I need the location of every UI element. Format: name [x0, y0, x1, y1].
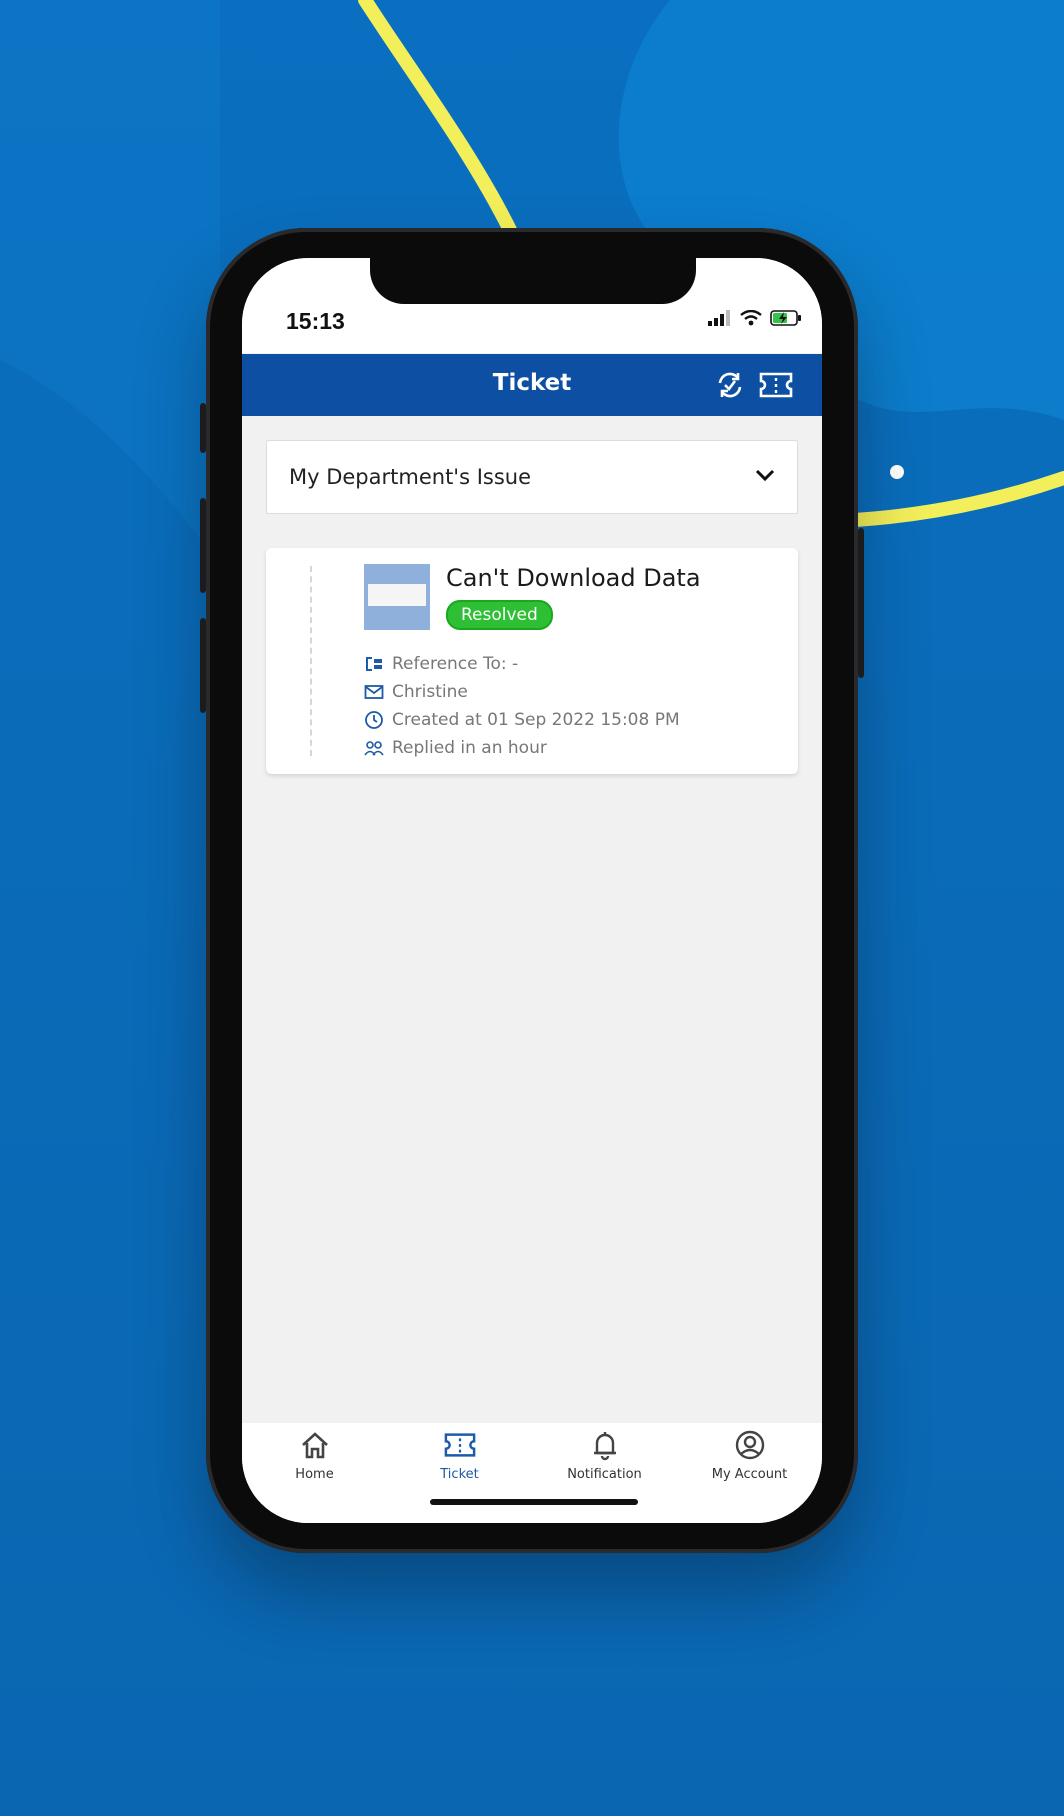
department-filter-select[interactable]: My Department's Issue — [266, 440, 798, 514]
ticket-replied: Replied in an hour — [364, 736, 547, 760]
ticket-icon — [759, 372, 793, 398]
clock-icon — [365, 711, 383, 729]
notch — [370, 258, 696, 304]
refresh-button[interactable] — [712, 368, 748, 402]
ticket-reference: Reference To: - — [364, 652, 518, 676]
chevron-down-icon — [755, 469, 775, 482]
reference-icon — [366, 657, 382, 671]
battery-icon — [770, 310, 801, 326]
nav-home-label: Home — [295, 1467, 334, 1482]
ticket-created: Created at 01 Sep 2022 15:08 PM — [364, 708, 680, 732]
account-icon — [735, 1430, 764, 1460]
ticket-title: Can't Download Data — [446, 564, 701, 592]
phone-screen: 15:13 Ticket My Department's Issue Can't… — [242, 258, 822, 1523]
ticket-thumbnail — [364, 564, 430, 630]
status-badge: Resolved — [446, 600, 553, 630]
phone-frame: 15:13 Ticket My Department's Issue Can't… — [200, 228, 864, 1553]
wifi-icon — [740, 310, 762, 326]
nav-notification-label: Notification — [567, 1467, 642, 1482]
department-filter-value: My Department's Issue — [289, 465, 531, 489]
nav-my-account[interactable]: My Account — [677, 1429, 822, 1499]
home-indicator — [430, 1499, 638, 1505]
nav-notification[interactable]: Notification — [532, 1429, 677, 1499]
bottom-nav: Home Ticket Notification My Account — [242, 1423, 822, 1523]
app-header: Ticket — [242, 354, 822, 416]
ticket-reference-text: Reference To: - — [392, 654, 519, 674]
people-icon — [364, 741, 384, 756]
status-time: 15:13 — [286, 308, 345, 334]
new-ticket-button[interactable] — [758, 368, 794, 402]
nav-ticket-label: Ticket — [440, 1467, 479, 1482]
home-icon — [301, 1432, 328, 1459]
signal-icon — [708, 310, 730, 326]
mail-icon — [364, 685, 384, 699]
ticket-sender: Christine — [364, 680, 468, 704]
nav-ticket[interactable]: Ticket — [387, 1429, 532, 1499]
promo-background: 15:13 Ticket My Department's Issue Can't… — [0, 0, 1064, 1816]
ticket-created-text: Created at 01 Sep 2022 15:08 PM — [392, 710, 680, 730]
bell-icon — [593, 1432, 616, 1461]
status-bar: 15:13 — [242, 258, 822, 353]
nav-home[interactable]: Home — [242, 1429, 387, 1499]
ticket-card[interactable]: Can't Download Data Resolved Reference T… — [266, 548, 798, 774]
ticket-icon — [444, 1433, 475, 1457]
nav-my-account-label: My Account — [711, 1467, 788, 1482]
ticket-replied-text: Replied in an hour — [392, 738, 547, 758]
status-icons — [708, 310, 802, 326]
ticket-sender-text: Christine — [392, 682, 468, 702]
refresh-check-icon — [718, 372, 742, 398]
timeline-line — [310, 566, 314, 756]
